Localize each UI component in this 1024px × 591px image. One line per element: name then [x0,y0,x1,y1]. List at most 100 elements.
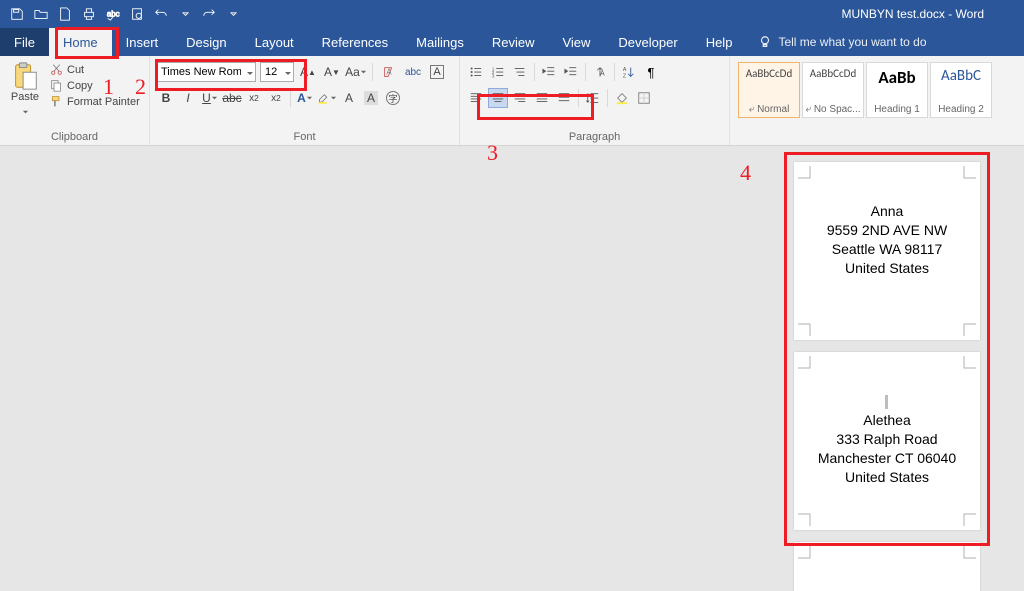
address-label-card[interactable] [794,542,980,591]
style-preview: AaBbC [941,67,981,85]
qat-customize-icon[interactable] [222,3,244,25]
bullets-icon [469,65,483,79]
bold-button[interactable]: B [156,88,176,108]
label-line: Manchester CT 06040 [794,449,980,468]
separator [578,89,579,107]
text-cursor [885,395,888,409]
grow-font-button[interactable]: A▲ [298,62,318,82]
label-name: Anna [794,202,980,221]
subscript-button[interactable]: x2 [244,88,264,108]
decrease-indent-button[interactable] [539,62,559,82]
undo-dropdown-icon[interactable] [174,3,196,25]
multilevel-list-button[interactable] [510,62,530,82]
tell-me-search[interactable]: Tell me what you want to do [758,28,926,56]
highlight-button[interactable] [317,88,337,108]
ribbon: Paste Cut Copy Format Painter Clipboard [0,56,1024,146]
justify-button[interactable] [532,88,552,108]
new-doc-icon[interactable] [54,3,76,25]
tab-home[interactable]: Home [49,28,112,56]
borders-button[interactable] [634,88,654,108]
tab-design[interactable]: Design [172,28,240,56]
copy-button[interactable]: Copy [50,79,140,92]
format-painter-button[interactable]: Format Painter [50,95,140,108]
style-name-label: ⤶ Normal [749,104,790,115]
align-center-button[interactable] [488,88,508,108]
character-border-button[interactable]: A [427,62,447,82]
open-icon[interactable] [30,3,52,25]
print-preview-icon[interactable] [126,3,148,25]
numbering-icon: 123 [491,65,505,79]
tab-developer[interactable]: Developer [604,28,691,56]
enclose-char-button[interactable]: 字 [383,88,403,108]
font-size-input[interactable] [260,62,294,82]
document-canvas[interactable]: Anna 9559 2ND AVE NW Seattle WA 98117 Un… [0,146,1024,591]
shrink-font-button[interactable]: A▼ [322,62,342,82]
align-left-icon [469,91,483,105]
align-left-button[interactable] [466,88,486,108]
phonetic-guide-button[interactable]: abc [403,62,423,82]
tab-review[interactable]: Review [478,28,549,56]
numbering-button[interactable]: 123 [488,62,508,82]
label-line: United States [794,259,980,278]
shading-button[interactable] [612,88,632,108]
style-preview: AaBbCcDd [810,67,856,80]
align-right-button[interactable] [510,88,530,108]
style-heading-1[interactable]: AaBb Heading 1 [866,62,928,118]
style-name-label: ⤶ No Spac... [805,104,860,115]
increase-indent-button[interactable] [561,62,581,82]
clear-formatting-button[interactable]: A [379,62,399,82]
undo-icon[interactable] [150,3,172,25]
strikethrough-button[interactable]: abc [222,88,242,108]
style-heading-2[interactable]: AaBbC Heading 2 [930,62,992,118]
distributed-button[interactable] [554,88,574,108]
style-normal[interactable]: AaBbCcDd ⤶ Normal [738,62,800,118]
label-line: 333 Ralph Road [794,430,980,449]
spelling-icon[interactable]: abc [102,3,124,25]
bullets-button[interactable] [466,62,486,82]
font-color-button[interactable]: A [339,88,359,108]
table-corner-marker [798,166,812,180]
label-line: United States [794,468,980,487]
cut-button[interactable]: Cut [50,63,140,76]
tab-references[interactable]: References [308,28,402,56]
sort-button[interactable]: AZ [619,62,639,82]
copy-label: Copy [67,80,93,92]
quick-access-toolbar: abc [0,3,244,25]
tab-view[interactable]: View [548,28,604,56]
tab-insert[interactable]: Insert [112,28,173,56]
label-name: Alethea [794,411,980,430]
underline-button[interactable]: U [200,88,220,108]
font-name-input[interactable] [156,62,256,82]
outdent-icon [542,65,556,79]
quick-print-icon[interactable] [78,3,100,25]
char-shading-button[interactable]: A [361,88,381,108]
label-line: Seattle WA 98117 [794,240,980,259]
superscript-button[interactable]: x2 [266,88,286,108]
highlighter-icon [317,91,330,105]
text-effects-button[interactable]: A [295,88,315,108]
line-spacing-button[interactable] [583,88,603,108]
font-name-combo[interactable] [156,62,256,82]
style-name-label: Heading 2 [938,104,984,115]
tab-file[interactable]: File [0,28,49,56]
style-no-spacing[interactable]: AaBbCcDd ⤶ No Spac... [802,62,864,118]
tab-layout[interactable]: Layout [241,28,308,56]
address-label-card[interactable]: Anna 9559 2ND AVE NW Seattle WA 98117 Un… [794,162,980,340]
italic-button[interactable]: I [178,88,198,108]
borders-icon [637,91,651,105]
paste-button[interactable]: Paste [6,59,44,121]
paste-icon [10,61,40,91]
table-corner-marker [962,512,976,526]
save-icon[interactable] [6,3,28,25]
redo-icon[interactable] [198,3,220,25]
change-case-button[interactable]: Aa [346,62,366,82]
group-styles: AaBbCcDd ⤶ Normal AaBbCcDd ⤶ No Spac... … [730,56,1024,145]
svg-text:A: A [600,71,605,78]
tab-mailings[interactable]: Mailings [402,28,478,56]
font-size-combo[interactable] [260,62,294,82]
tab-help[interactable]: Help [692,28,747,56]
ribbon-tabs: File Home Insert Design Layout Reference… [0,28,1024,56]
show-marks-button[interactable]: ¶ [641,62,661,82]
address-label-card[interactable]: Alethea 333 Ralph Road Manchester CT 060… [794,352,980,530]
text-direction-button[interactable]: A [590,62,610,82]
